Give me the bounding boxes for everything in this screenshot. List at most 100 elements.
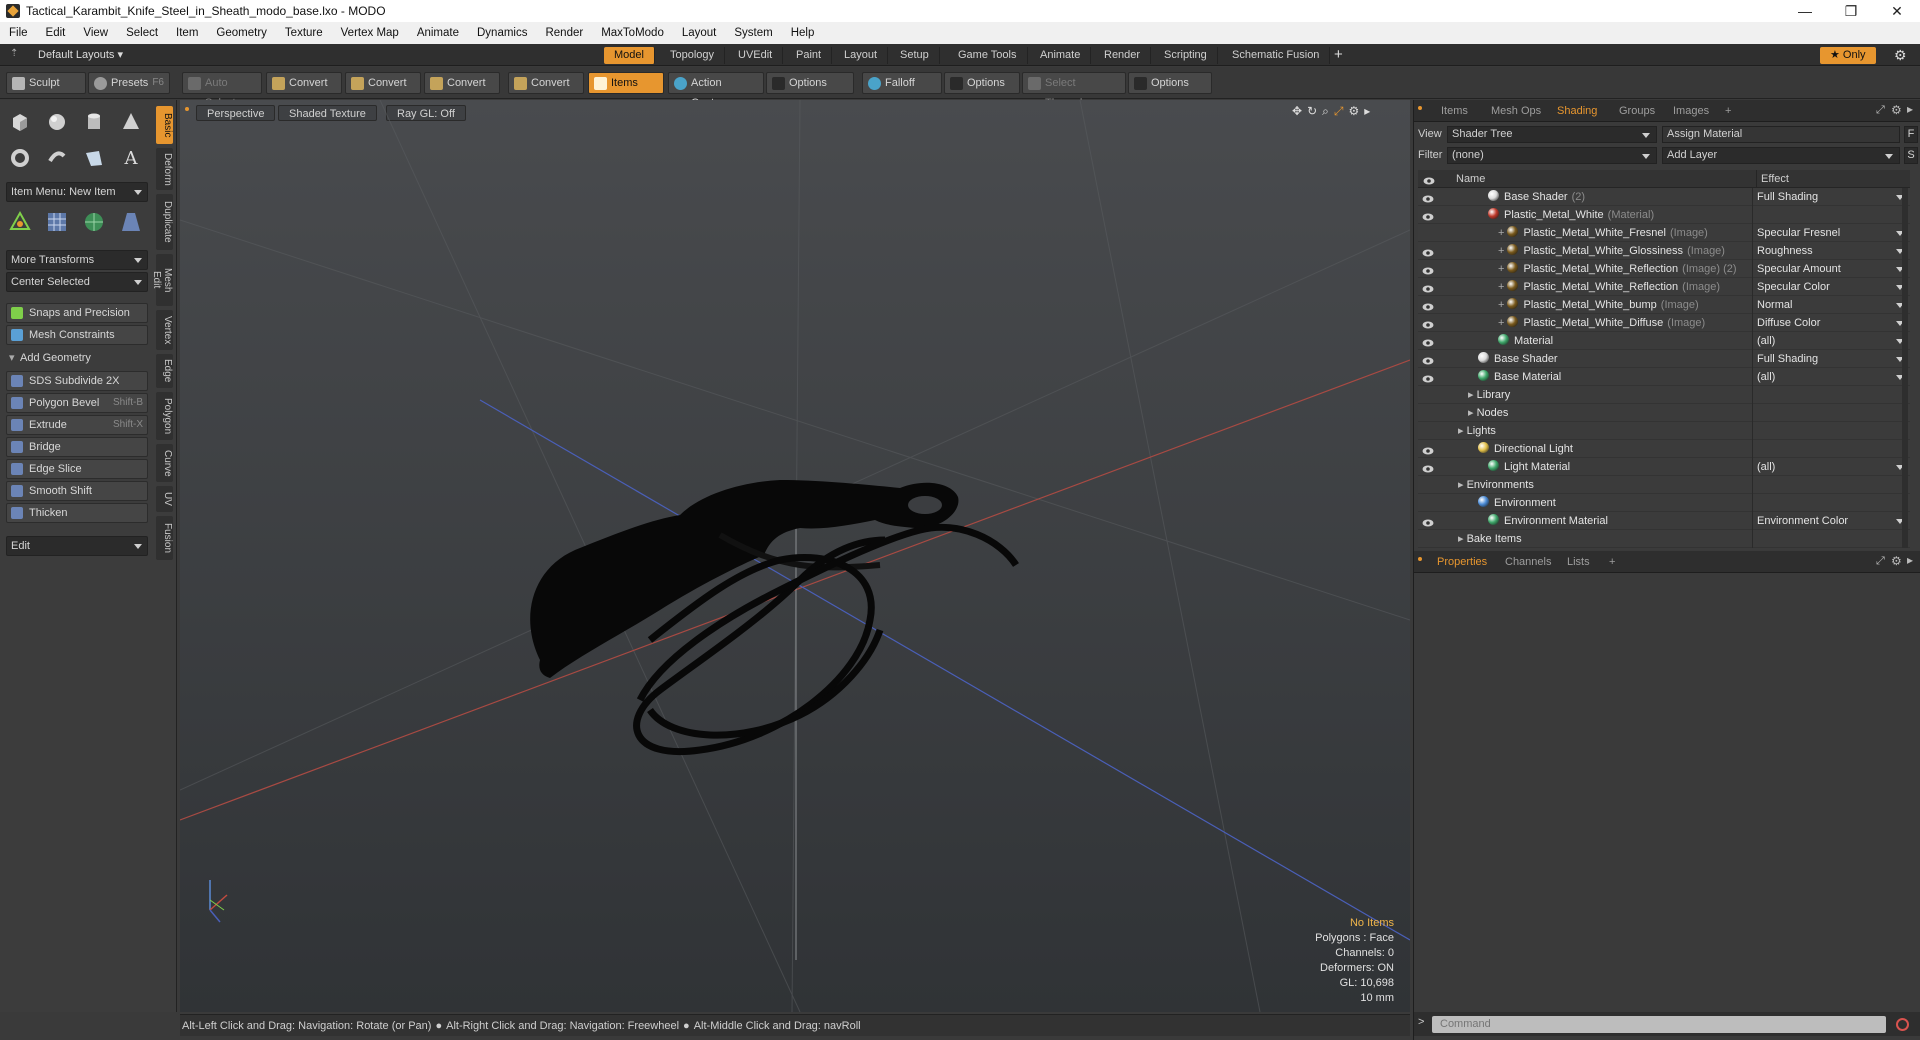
grid-mesh-icon[interactable] (41, 206, 73, 238)
minimize-button[interactable]: — (1782, 0, 1828, 22)
tab-animate[interactable]: Animate (1030, 47, 1092, 64)
shader-effect-dropdown[interactable]: Specular Amount (1752, 260, 1910, 278)
globe-mesh-icon[interactable] (78, 206, 110, 238)
menu-select[interactable]: Select (117, 27, 167, 39)
presets-button[interactable]: Presets F6 (88, 72, 170, 94)
shader-tree-row[interactable]: Light Material (all) (1418, 458, 1910, 476)
visibility-eye-icon[interactable] (1422, 462, 1434, 473)
tab-fusion[interactable]: Fusion (156, 516, 173, 560)
thicken-button[interactable]: Thicken (6, 503, 148, 523)
shader-effect-dropdown[interactable]: Diffuse Color (1752, 314, 1910, 332)
expand-plus-icon[interactable]: + (1498, 263, 1507, 275)
shader-effect-dropdown[interactable]: Roughness (1752, 242, 1910, 260)
tab-items[interactable]: Items (1432, 103, 1477, 120)
shader-effect-dropdown[interactable]: Normal (1752, 296, 1910, 314)
shader-tree-row[interactable]: ▸ Lights (1418, 422, 1910, 440)
tab-setup[interactable]: Setup (890, 47, 940, 64)
shader-effect-dropdown[interactable]: Environment Color (1752, 512, 1910, 530)
folder-toggle-icon[interactable]: ▸ (1458, 425, 1467, 437)
3d-viewport[interactable]: Perspective Shaded Texture Ray GL: Off ✥… (180, 100, 1410, 1012)
add-geometry-section[interactable]: Add Geometry (6, 349, 148, 367)
tab-properties[interactable]: Properties (1428, 554, 1496, 571)
polygon-bevel-button[interactable]: Polygon Bevel Shift-B (6, 393, 148, 413)
menu-dynamics[interactable]: Dynamics (468, 27, 536, 39)
extrude-button[interactable]: Extrude Shift-X (6, 415, 148, 435)
bridge-button[interactable]: Bridge (6, 437, 148, 457)
cube-icon[interactable] (4, 106, 36, 138)
visibility-eye-icon[interactable] (1422, 444, 1434, 455)
panel-menu-icon[interactable]: ▸ (1907, 102, 1913, 116)
folder-toggle-icon[interactable]: ▸ (1468, 389, 1477, 401)
command-record-icon[interactable] (1896, 1018, 1909, 1031)
sds-subdivide-button[interactable]: SDS Subdivide 2X (6, 371, 148, 391)
effect-column-header[interactable]: Effect (1756, 170, 1789, 188)
action-center-button[interactable]: Action Center (668, 72, 764, 109)
expand-plus-icon[interactable]: + (1498, 227, 1507, 239)
visibility-eye-icon[interactable] (1422, 282, 1434, 293)
shader-tree-row[interactable]: Base Material (all) (1418, 368, 1910, 386)
more-transforms-dropdown[interactable]: More Transforms (6, 250, 148, 270)
default-layouts-dropdown[interactable]: Default Layouts ▾ (38, 48, 123, 62)
expand-plus-icon[interactable]: + (1498, 245, 1507, 257)
shader-tree-row[interactable]: + Plastic_Metal_White_bump (Image) Normal (1418, 296, 1910, 314)
menu-item[interactable]: Item (167, 27, 207, 39)
shader-effect-dropdown[interactable]: Specular Color (1752, 278, 1910, 296)
tab-game-tools[interactable]: Game Tools (948, 47, 1028, 64)
menu-file[interactable]: File (0, 27, 37, 39)
locator-icon[interactable] (4, 206, 36, 238)
convert-materials-button[interactable]: Convert (508, 72, 584, 94)
tab-mesh-edit[interactable]: Mesh Edit (151, 254, 173, 306)
panel-expand-icon[interactable]: ⤢ (1876, 104, 1885, 117)
falloff-options-button[interactable]: Options (944, 72, 1020, 94)
tab-uv[interactable]: UV (156, 486, 173, 512)
menu-maxtomodo[interactable]: MaxToModo (592, 27, 673, 39)
tab-shading[interactable]: Shading (1548, 103, 1606, 120)
expand-plus-icon[interactable]: + (1498, 317, 1507, 329)
plane-mesh-icon[interactable] (115, 206, 147, 238)
menu-edit[interactable]: Edit (37, 27, 75, 39)
tab-channels[interactable]: Channels (1496, 554, 1560, 571)
visibility-eye-icon[interactable] (1422, 516, 1434, 527)
shader-tree-row[interactable]: Material (all) (1418, 332, 1910, 350)
shader-tree-row[interactable]: + Plastic_Metal_White_Reflection (Image) S… (1418, 278, 1910, 296)
panel-menu-dot-icon[interactable] (1418, 106, 1422, 110)
sculpt-button[interactable]: Sculpt (6, 72, 86, 94)
convert-edges-button[interactable]: Convert (345, 72, 421, 94)
select-through-options-button[interactable]: Options (1128, 72, 1212, 94)
convert-vertices-button[interactable]: Convert (266, 72, 342, 94)
view-dropdown[interactable]: Shader Tree (1447, 126, 1657, 143)
cone-icon[interactable] (115, 106, 147, 138)
item-menu-dropdown[interactable]: Item Menu: New Item (6, 182, 148, 202)
panel-expand-icon[interactable]: ⤢ (1876, 555, 1885, 568)
menu-layout[interactable]: Layout (673, 27, 726, 39)
tab-duplicate[interactable]: Duplicate (156, 194, 173, 250)
menu-system[interactable]: System (725, 27, 781, 39)
capsule-icon[interactable] (41, 142, 73, 174)
menu-geometry[interactable]: Geometry (207, 27, 276, 39)
menu-texture[interactable]: Texture (276, 27, 332, 39)
shader-tree-row[interactable]: ▸ Nodes (1418, 404, 1910, 422)
shader-tree-row[interactable]: Plastic_Metal_White (Material) (1418, 206, 1910, 224)
folder-toggle-icon[interactable]: ▸ (1468, 407, 1477, 419)
visibility-eye-icon[interactable] (1422, 336, 1434, 347)
shader-tree-row[interactable]: + Plastic_Metal_White_Reflection (Image) … (1418, 260, 1910, 278)
action-center-options-button[interactable]: Options (766, 72, 854, 94)
shader-effect-dropdown[interactable]: Full Shading (1752, 350, 1910, 368)
visibility-eye-icon[interactable] (1422, 300, 1434, 311)
gear-icon[interactable]: ⚙ (1894, 47, 1907, 64)
maximize-button[interactable]: ❐ (1828, 0, 1874, 22)
shader-tree-row[interactable]: Base Shader (2) Full Shading (1418, 188, 1910, 206)
tab-uvedit[interactable]: UVEdit (728, 47, 784, 64)
name-column-header[interactable]: Name (1456, 170, 1485, 188)
close-button[interactable]: ✕ (1874, 0, 1920, 22)
assign-material-button[interactable]: Assign Material (1662, 126, 1900, 143)
panel-menu-dot-icon[interactable] (1418, 557, 1422, 561)
tab-polygon[interactable]: Polygon (156, 392, 173, 440)
folder-toggle-icon[interactable]: ▸ (1458, 533, 1467, 545)
pen-tool-icon[interactable] (78, 142, 110, 174)
tab-deform[interactable]: Deform (156, 148, 173, 190)
tab-vertex[interactable]: Vertex (156, 310, 173, 350)
text-tool-icon[interactable]: A (115, 142, 147, 174)
shader-tree-row[interactable]: ▸ Bake Items (1418, 530, 1910, 548)
tab-schematic-fusion[interactable]: Schematic Fusion (1222, 47, 1331, 64)
